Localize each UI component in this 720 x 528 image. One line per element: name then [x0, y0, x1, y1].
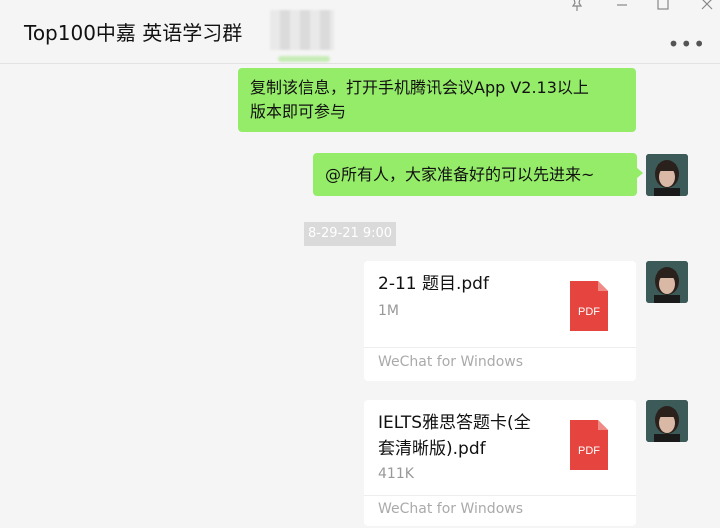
- message-bubble[interactable]: @所有人，大家准备好的可以先进来~: [313, 153, 643, 196]
- divider: [364, 347, 636, 348]
- svg-text:PDF: PDF: [578, 306, 600, 318]
- maximize-icon[interactable]: [656, 0, 670, 12]
- file-message[interactable]: 2-11 题目.pdf 1M PDF WeChat for Windows: [364, 261, 636, 381]
- file-message[interactable]: IELTS雅思答题卡(全 套清晰版).pdf 411K PDF WeChat f…: [364, 400, 636, 526]
- file-source: WeChat for Windows: [378, 354, 523, 370]
- avatar[interactable]: [646, 261, 688, 303]
- minimize-icon[interactable]: [615, 0, 629, 12]
- divider: [364, 495, 636, 496]
- avatar[interactable]: [646, 154, 688, 196]
- file-source: WeChat for Windows: [378, 501, 523, 517]
- file-size: 411K: [378, 466, 414, 482]
- timestamp: 8-29-21 9:00: [304, 222, 397, 246]
- more-icon[interactable]: •••: [668, 32, 706, 56]
- message-text: 复制该信息，打开手机腾讯会议App V2.13以上: [250, 78, 589, 97]
- file-name: IELTS雅思答题卡(全 套清晰版).pdf: [378, 413, 531, 459]
- pin-icon[interactable]: [570, 0, 584, 12]
- pdf-icon: PDF: [570, 420, 608, 470]
- close-icon[interactable]: [700, 0, 714, 12]
- chat-header: Top100中嘉 英语学习群 •••: [0, 0, 720, 64]
- redacted-area-accent: [278, 56, 330, 62]
- avatar[interactable]: [646, 400, 688, 442]
- file-size: 1M: [378, 303, 399, 319]
- svg-text:PDF: PDF: [578, 445, 600, 457]
- message-text: @所有人，大家准备好的可以先进来~: [325, 165, 595, 184]
- chat-title: Top100中嘉 英语学习群: [24, 21, 243, 45]
- message-bubble[interactable]: 复制该信息，打开手机腾讯会议App V2.13以上 版本即可参与: [238, 68, 636, 132]
- pdf-icon: PDF: [570, 281, 608, 331]
- file-name: 2-11 题目.pdf: [378, 274, 489, 294]
- message-text: 版本即可参与: [250, 102, 347, 121]
- redacted-area: [270, 10, 334, 50]
